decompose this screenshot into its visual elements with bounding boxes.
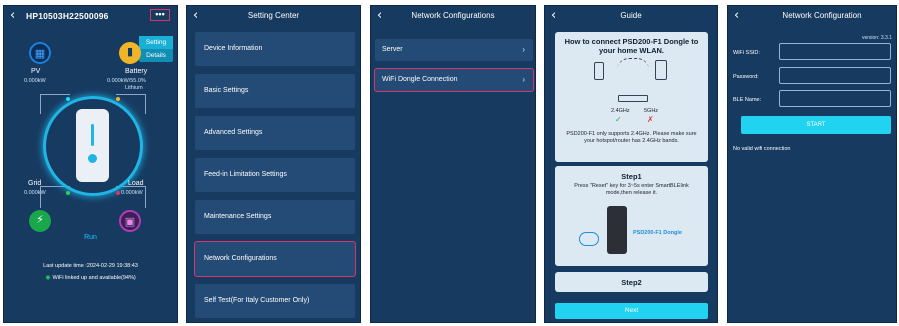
grid-power: 0.000kW — [24, 190, 46, 196]
menu-self-test[interactable]: Self Test(For Italy Customer Only) — [195, 284, 355, 318]
wifi-ssid-input[interactable] — [779, 43, 891, 60]
chevron-right-icon: › — [522, 45, 525, 54]
step2-card: Step2 — [555, 272, 708, 292]
wifi-ssid-label: WiFi SSID: — [733, 50, 760, 56]
screen-title: Guide — [620, 11, 642, 20]
device-id-title: HP10503H22500096 — [26, 11, 109, 21]
pv-power: 0.000kW — [24, 78, 46, 84]
top-bar: ‹ Setting Center — [187, 6, 360, 28]
guide-screen: ‹ Guide How to connect PSD200-F1 Dongle … — [544, 5, 718, 323]
ble-name-label: BLE Name: — [733, 97, 762, 103]
start-button[interactable]: START — [741, 116, 891, 134]
popup-item-setting[interactable]: Setting — [139, 36, 173, 49]
menu-network-configurations[interactable]: Network Configurations — [194, 241, 356, 277]
app-version: version: 3.3.1 — [861, 35, 892, 41]
password-input[interactable] — [779, 67, 891, 84]
battery-label: Battery — [125, 68, 148, 75]
network-configuration-screen: ‹ Network Configuration version: 3.3.1 W… — [727, 5, 897, 323]
load-power: 0.000kW — [121, 190, 143, 196]
guide-heading: How to connect PSD200-F1 Dongle to your … — [564, 37, 699, 55]
inverter-indicator — [91, 124, 94, 146]
wifi-status: ◉ WiFi linked up and available(94%) — [4, 274, 177, 281]
cross-icon: ✗ — [647, 115, 654, 124]
pv-wire-h — [40, 94, 70, 95]
last-update-time: Last update time :2024-02-29 19:38:43 — [43, 263, 138, 269]
flow-dot — [116, 191, 120, 195]
grid-label: Grid — [28, 180, 42, 187]
pv-wire — [40, 94, 41, 114]
pv-label: PV — [31, 68, 41, 75]
popup-item-details[interactable]: Details — [139, 49, 173, 62]
freq-24ghz: 2.4GHz — [611, 108, 630, 114]
flow-dot — [116, 97, 120, 101]
check-icon: ✓ — [615, 115, 622, 124]
band-note: PSD200-F1 only supports 2.4GHz. Please m… — [566, 131, 697, 144]
step1-text: Press "Reset" key for 3~5s enter SmartBL… — [574, 183, 689, 196]
chevron-right-icon: › — [522, 75, 525, 84]
menu-maintenance-settings[interactable]: Maintenance Settings — [195, 200, 355, 234]
menu-wifi-dongle-connection[interactable]: WiFi Dongle Connection › — [374, 68, 534, 92]
menu-wifi-dongle-label: WiFi Dongle Connection — [382, 76, 458, 83]
screen-title: Network Configuration — [782, 11, 862, 20]
overflow-popup-menu: Setting Details — [139, 36, 173, 62]
menu-server[interactable]: Server › — [375, 39, 533, 61]
device-overview-screen: ‹ HP10503H22500096 ••• Setting Details ▦… — [3, 5, 178, 323]
run-status: Run — [84, 234, 97, 241]
flow-dot — [66, 191, 70, 195]
password-label: Password: — [733, 74, 759, 80]
back-icon[interactable]: ‹ — [10, 9, 15, 23]
dongle-illustration — [607, 206, 627, 254]
battery-wire — [145, 94, 146, 114]
battery-icon: ▮ — [119, 42, 141, 64]
load-wire — [145, 186, 146, 208]
inverter-illustration — [76, 109, 109, 182]
top-bar: ‹ Guide — [545, 6, 717, 28]
step1-title: Step1 — [621, 172, 642, 181]
connection-message: No valid wifi connection — [733, 146, 791, 152]
top-bar: ‹ Network Configuration — [728, 6, 896, 28]
menu-feed-in-limitation[interactable]: Feed-in Limitation Settings — [195, 158, 355, 192]
more-menu-button[interactable]: ••• — [150, 9, 170, 21]
guide-intro-card: How to connect PSD200-F1 Dongle to your … — [555, 32, 708, 162]
phone-icon — [594, 62, 604, 80]
menu-server-label: Server — [382, 46, 403, 53]
hand-press-icon — [579, 232, 599, 246]
mobile-icon — [655, 60, 667, 80]
network-configurations-screen: ‹ Network Configurations Server › WiFi D… — [370, 5, 536, 323]
step2-title: Step2 — [621, 278, 642, 287]
inverter-knob — [88, 154, 97, 163]
menu-device-information[interactable]: Device Information — [195, 32, 355, 66]
menu-advanced-settings[interactable]: Advanced Settings — [195, 116, 355, 150]
menu-basic-settings[interactable]: Basic Settings — [195, 74, 355, 108]
solar-panel-icon: ▦ — [29, 42, 51, 64]
grid-tower-icon: ⚡ — [29, 210, 51, 232]
back-icon[interactable]: ‹ — [734, 9, 739, 23]
load-icon: ▣ — [119, 210, 141, 232]
load-label: Load — [128, 180, 144, 187]
ble-name-input[interactable] — [779, 90, 891, 107]
signal-arc — [617, 58, 649, 70]
router-icon — [618, 95, 648, 102]
flow-dot — [66, 97, 70, 101]
screen-title: Network Configurations — [411, 11, 495, 20]
screen-title: Setting Center — [247, 11, 300, 20]
dongle-label: PSD200-F1 Dongle — [633, 230, 682, 236]
top-bar: ‹ Network Configurations — [371, 6, 535, 28]
step1-card: Step1 Press "Reset" key for 3~5s enter S… — [555, 166, 708, 266]
battery-wire-h — [116, 94, 146, 95]
wifi-icon: ◉ — [45, 275, 51, 281]
wifi-status-text: WiFi linked up and available(94%) — [52, 275, 136, 281]
setting-center-screen: ‹ Setting Center Device Information Basi… — [186, 5, 361, 323]
freq-5ghz: 5GHz — [644, 108, 659, 114]
battery-type: Lithium — [125, 85, 143, 91]
next-button[interactable]: Next — [555, 303, 708, 319]
